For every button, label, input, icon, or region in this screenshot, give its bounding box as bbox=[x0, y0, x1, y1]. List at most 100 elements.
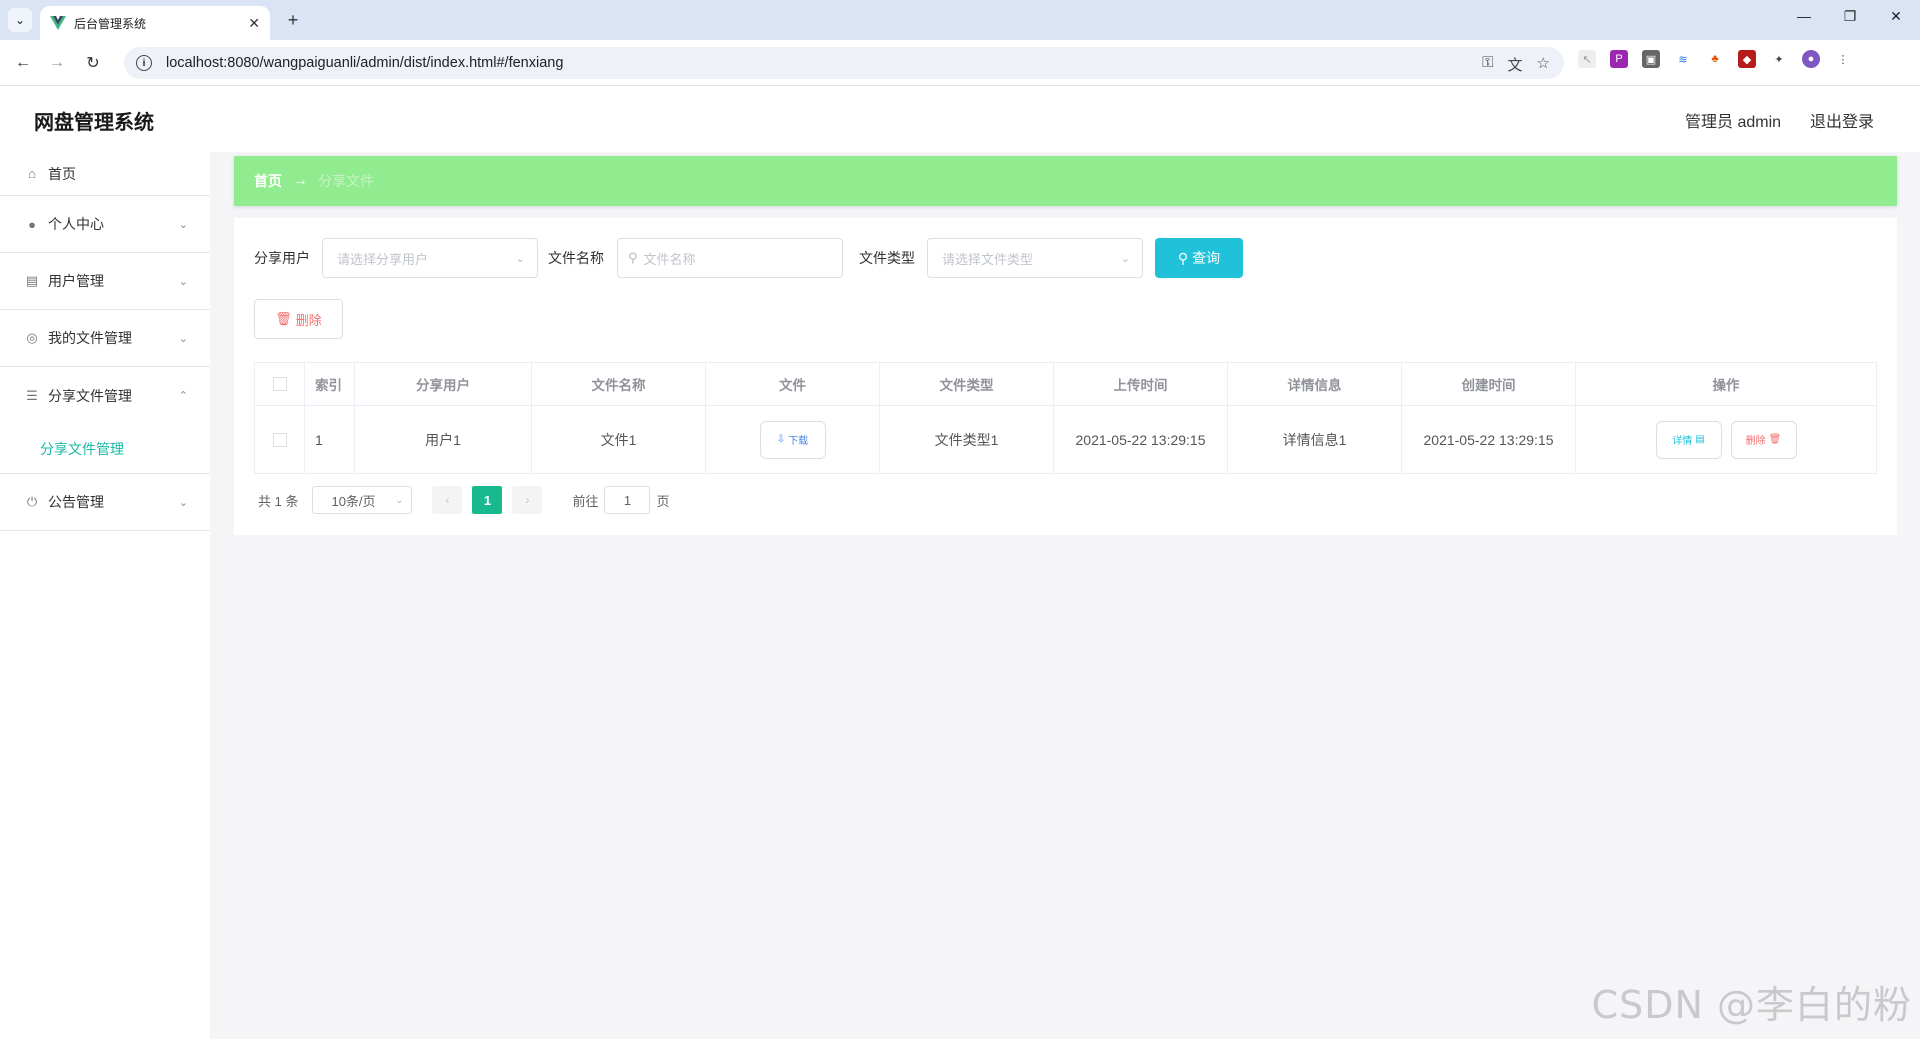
home-icon: ⌂ bbox=[28, 166, 36, 181]
download-label: 下载 bbox=[788, 436, 809, 447]
query-button[interactable]: ⚲ 查询 bbox=[1155, 238, 1243, 278]
download-icon: ⇩ bbox=[776, 434, 786, 445]
search-icon: ⚲ bbox=[628, 250, 638, 265]
translate-icon[interactable]: 文 bbox=[1508, 54, 1523, 75]
extensions-puzzle-icon[interactable]: ✦ bbox=[1770, 50, 1788, 68]
cell-index: 1 bbox=[305, 406, 355, 473]
tab-close-icon[interactable]: ✕ bbox=[248, 15, 260, 32]
file-name-input[interactable]: ⚲ 文件名称 bbox=[617, 238, 843, 278]
chevron-down-icon: ⌄ bbox=[178, 332, 188, 345]
header-detail: 详情信息 bbox=[1228, 363, 1402, 405]
sidebar-item-my-files[interactable]: ◎ 我的文件管理 ⌄ bbox=[0, 310, 210, 367]
current-user-label: 管理员 admin bbox=[1685, 114, 1782, 131]
detail-button[interactable]: 详情 ▤ bbox=[1655, 420, 1722, 459]
header-share-user: 分享用户 bbox=[355, 363, 532, 405]
user-icon: ● bbox=[28, 216, 36, 232]
page-size-select[interactable]: 10条/页 ⌄ bbox=[312, 486, 413, 514]
sidebar-subitem-shared-files[interactable]: 分享文件管理 bbox=[0, 424, 210, 474]
sidebar-item-label: 公告管理 bbox=[48, 494, 104, 510]
query-button-label: 查询 bbox=[1192, 250, 1221, 266]
header-file: 文件 bbox=[706, 363, 880, 405]
file-type-label: 文件类型 bbox=[859, 250, 915, 266]
header-created-time: 创建时间 bbox=[1402, 363, 1576, 405]
extension-game-icon[interactable]: ▣ bbox=[1642, 50, 1660, 68]
goto-page-input[interactable]: 1 bbox=[604, 486, 651, 514]
shared-files-table: 索引 分享用户 文件名称 文件 文件类型 上传时间 详情信息 创建时间 操作 1… bbox=[254, 362, 1877, 474]
pagination: 共 1 条 10条/页 ⌄ ‹ 1 › 前往 1 页 bbox=[254, 486, 670, 514]
chevron-down-icon: ⌄ bbox=[1120, 252, 1130, 265]
breadcrumb-home[interactable]: 首页 bbox=[254, 171, 282, 191]
row-delete-label: 删除 bbox=[1745, 436, 1766, 447]
sidebar-item-notices[interactable]: ⏻ 公告管理 ⌄ bbox=[0, 474, 210, 531]
header-file-name: 文件名称 bbox=[532, 363, 706, 405]
share-user-placeholder: 请选择分享用户 bbox=[337, 251, 429, 267]
extension-tree-icon[interactable]: ♣ bbox=[1706, 50, 1724, 68]
watermark: CSDN @李白的粉 bbox=[1591, 983, 1912, 1027]
cell-file-name: 文件1 bbox=[532, 406, 706, 473]
reload-icon[interactable]: ↻ bbox=[82, 52, 104, 74]
page-suffix: 页 bbox=[656, 493, 670, 509]
prev-page-button[interactable]: ‹ bbox=[432, 486, 463, 514]
page-size-value: 10条/页 bbox=[331, 493, 376, 509]
extension-pp-icon[interactable]: P bbox=[1610, 50, 1628, 68]
cell-share-user: 用户1 bbox=[355, 406, 532, 473]
sidebar-item-shared-files[interactable]: ☰ 分享文件管理 ⌃ bbox=[0, 367, 210, 424]
row-checkbox[interactable] bbox=[272, 432, 287, 447]
new-tab-icon[interactable]: + bbox=[282, 9, 304, 31]
breadcrumb-arrow-icon: → bbox=[292, 172, 308, 189]
list-icon: ☰ bbox=[26, 387, 38, 403]
vue-logo-icon bbox=[50, 16, 66, 30]
download-button[interactable]: ⇩ 下载 bbox=[759, 420, 826, 459]
site-info-icon[interactable]: i bbox=[136, 55, 152, 71]
header-file-type: 文件类型 bbox=[880, 363, 1054, 405]
select-all-checkbox[interactable] bbox=[272, 377, 287, 391]
minimize-icon[interactable]: — bbox=[1792, 8, 1816, 24]
chevron-left-icon: ‹ bbox=[445, 493, 450, 507]
chevron-up-icon: ⌃ bbox=[178, 390, 188, 402]
sidebar-item-label: 分享文件管理 bbox=[48, 387, 132, 404]
sidebar-item-profile[interactable]: ● 个人中心 ⌄ bbox=[0, 196, 210, 253]
key-icon[interactable]: ⚿ bbox=[1482, 54, 1493, 75]
cell-created-time: 2021-05-22 13:29:15 bbox=[1402, 406, 1576, 473]
cell-file: ⇩ 下载 bbox=[706, 406, 880, 473]
cell-detail: 详情信息1 bbox=[1228, 406, 1402, 473]
cell-upload-time: 2021-05-22 13:29:15 bbox=[1054, 406, 1228, 473]
table-row: 1 用户1 文件1 ⇩ 下载 文件类型1 2021-05-22 13:29:15… bbox=[255, 406, 1876, 473]
sidebar-item-home[interactable]: ⌂ 首页 bbox=[0, 152, 210, 196]
row-select-cell bbox=[255, 406, 305, 473]
logout-button[interactable]: 退出登录 bbox=[1810, 108, 1874, 132]
url-field[interactable]: i localhost:8080/wangpaiguanli/admin/dis… bbox=[124, 47, 1564, 79]
app-title: 网盘管理系统 bbox=[34, 112, 154, 134]
tab-search-chevron-icon[interactable]: ⌄ bbox=[8, 8, 32, 32]
back-icon[interactable]: ← bbox=[12, 52, 34, 74]
sidebar-item-users[interactable]: ▤ 用户管理 ⌄ bbox=[0, 253, 210, 310]
sidebar-item-label: 首页 bbox=[48, 165, 76, 182]
forward-icon[interactable]: → bbox=[46, 52, 68, 74]
share-user-select[interactable]: 请选择分享用户 ⌄ bbox=[322, 238, 538, 278]
file-type-select[interactable]: 请选择文件类型 ⌄ bbox=[927, 238, 1143, 278]
browser-tab[interactable]: 后台管理系统 ✕ bbox=[40, 6, 270, 40]
chevron-down-icon: ⌄ bbox=[178, 218, 188, 231]
window-close-icon[interactable]: ✕ bbox=[1884, 8, 1908, 25]
header-actions: 操作 bbox=[1712, 378, 1740, 393]
trash-icon: 🗑 bbox=[275, 311, 292, 326]
profile-avatar-icon[interactable]: ● bbox=[1802, 50, 1820, 68]
delete-button-label: 删除 bbox=[295, 312, 322, 328]
page-number-current[interactable]: 1 bbox=[472, 486, 503, 514]
cell-actions: 详情 ▤ 删除 🗑 bbox=[1576, 406, 1876, 473]
bookmark-star-icon[interactable]: ☆ bbox=[1537, 54, 1550, 75]
header-index: 索引 bbox=[305, 363, 355, 405]
file-type-placeholder: 请选择文件类型 bbox=[942, 251, 1034, 267]
extension-cursor-icon[interactable]: ↖ bbox=[1578, 50, 1596, 68]
table-header-row: 索引 分享用户 文件名称 文件 文件类型 上传时间 详情信息 创建时间 操作 bbox=[255, 363, 1876, 406]
restore-icon[interactable]: ❐ bbox=[1838, 8, 1862, 25]
breadcrumb-current: 分享文件 bbox=[318, 173, 374, 189]
extension-layers-icon[interactable]: ≋ bbox=[1674, 50, 1692, 68]
chevron-down-icon: ⌄ bbox=[395, 494, 404, 506]
address-bar-row: ← → ↻ i localhost:8080/wangpaiguanli/adm… bbox=[0, 40, 1920, 86]
row-delete-button[interactable]: 删除 🗑 bbox=[1730, 420, 1797, 459]
browser-menu-icon[interactable]: ⋮ bbox=[1834, 50, 1852, 68]
next-page-button[interactable]: › bbox=[512, 486, 543, 514]
batch-delete-button[interactable]: 🗑 删除 bbox=[254, 299, 343, 339]
extension-shield-icon[interactable]: ◆ bbox=[1738, 50, 1756, 68]
